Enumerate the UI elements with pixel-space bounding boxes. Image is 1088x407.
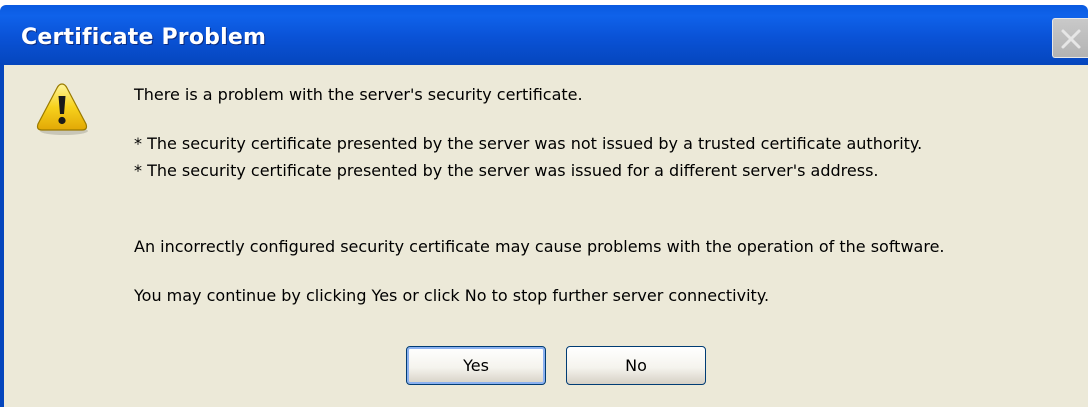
certificate-problem-dialog: Certificate Problem There is a problem w… <box>0 0 1088 407</box>
no-button[interactable]: No <box>566 346 706 385</box>
message-bullet-1: * The security certificate presented by … <box>134 134 923 153</box>
close-icon <box>1061 29 1081 49</box>
yes-button[interactable]: Yes <box>406 346 546 385</box>
warning-icon <box>34 80 90 136</box>
message-bullet-2: * The security certificate presented by … <box>134 161 879 180</box>
message-line-1: There is a problem with the server's sec… <box>134 85 583 104</box>
message-line-2: An incorrectly configured security certi… <box>134 237 945 256</box>
close-button[interactable] <box>1052 18 1088 58</box>
title-bar[interactable]: Certificate Problem <box>0 5 1088 65</box>
dialog-title: Certificate Problem <box>21 25 267 50</box>
message-line-3: You may continue by clicking Yes or clic… <box>134 286 770 305</box>
